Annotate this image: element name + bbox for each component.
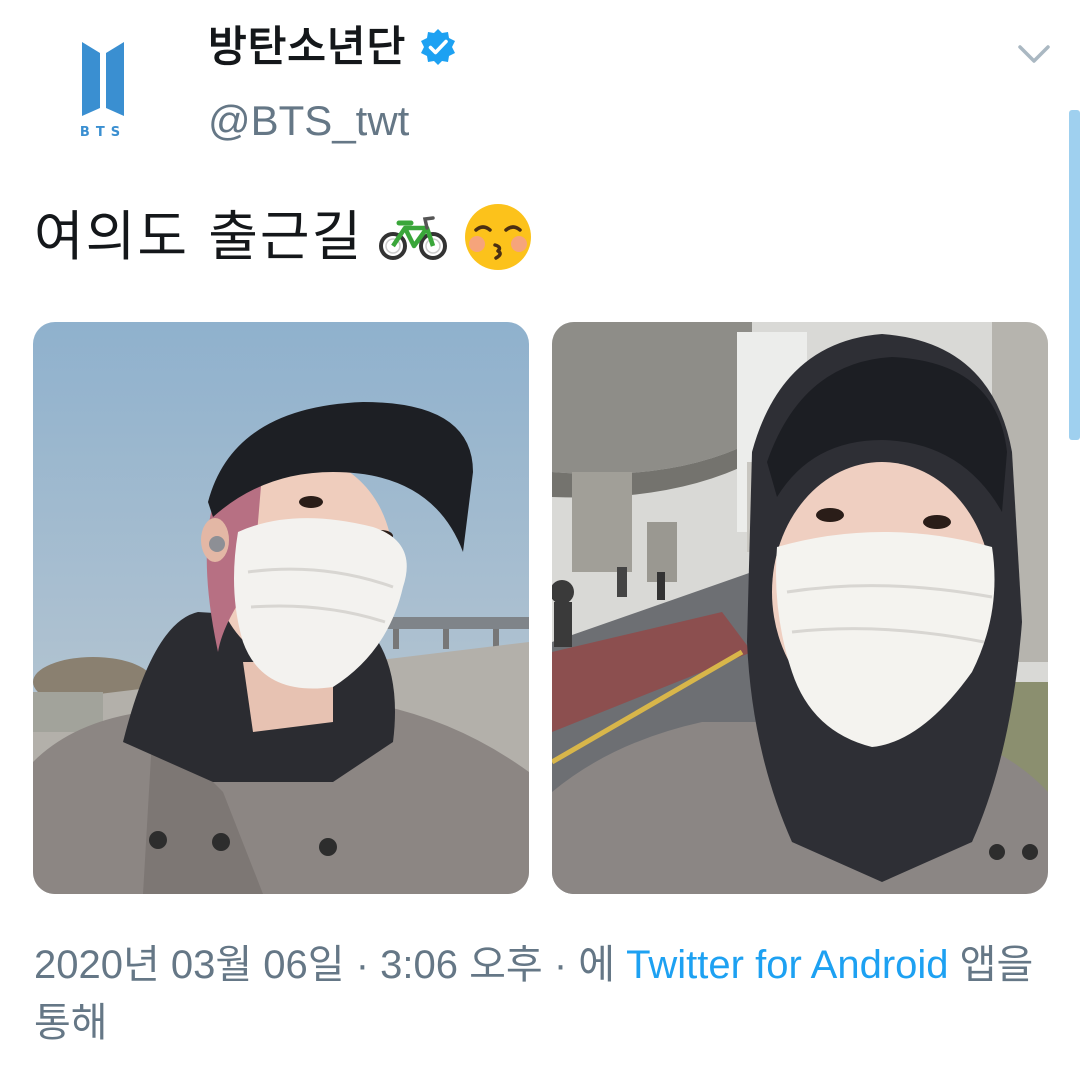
tweet-text: 여의도 출근길	[34, 202, 533, 272]
verified-badge-icon	[421, 29, 456, 65]
display-name[interactable]: 방탄소년단	[208, 26, 406, 68]
chevron-down-icon[interactable]	[1016, 42, 1052, 66]
tweet-timestamp: 2020년 03월 06일 · 3:06 오후 · 에	[34, 943, 627, 987]
bts-logo-icon: BTS	[80, 42, 126, 140]
source-link[interactable]: Twitter for Android	[626, 943, 948, 987]
tweet-meta: 2020년 03월 06일 · 3:06 오후 · 에 Twitter for …	[34, 936, 1034, 1052]
avatar-logo-text: BTS	[80, 125, 126, 140]
bicycle-emoji	[379, 216, 448, 260]
user-handle[interactable]: @BTS_twt	[208, 100, 409, 142]
kissing-face-emoji	[465, 204, 532, 270]
scrollbar[interactable]	[1069, 110, 1080, 440]
selfie-photo-right	[552, 322, 1048, 894]
selfie-photo-left	[33, 322, 529, 894]
profile-avatar[interactable]: BTS	[38, 18, 168, 148]
tweet-photo-2[interactable]	[552, 322, 1048, 894]
tweet-body: 여의도 출근길	[34, 205, 364, 268]
tweet-photo-1[interactable]	[33, 322, 529, 894]
name-row: 방탄소년단	[208, 26, 458, 68]
